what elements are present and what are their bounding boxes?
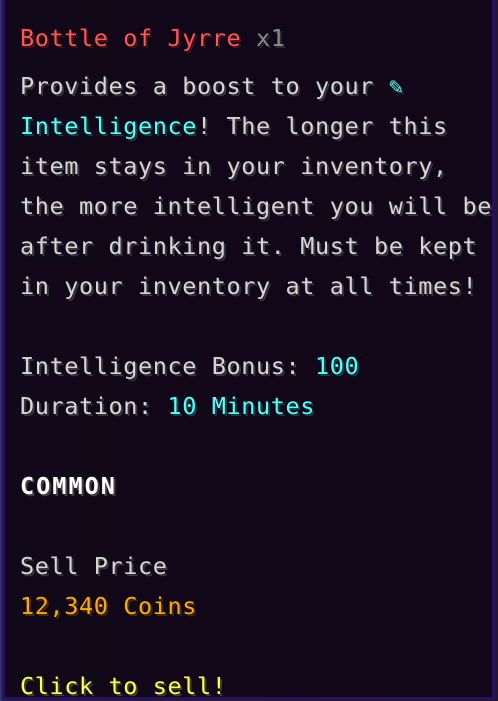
description-text: Provides a boost to your [20, 72, 389, 100]
item-tooltip: Bottle of Jyrre x1 Provides a boost to y… [2, 0, 495, 700]
description-line-1: Provides a boost to your ✎ [20, 68, 403, 104]
description-line-6: in your inventory at all times! [20, 272, 478, 300]
item-name: Bottle of Jyrre [20, 24, 242, 52]
stat-duration: Duration: 10 Minutes [20, 388, 315, 424]
item-title: Bottle of Jyrre x1 [20, 20, 285, 56]
sell-price-label: Sell Price [20, 552, 168, 580]
pencil-icon: ✎ [388, 72, 404, 100]
description-line-2: Intelligence! The longer this [20, 108, 448, 144]
item-count: x1 [255, 24, 286, 52]
click-to-sell-action[interactable]: Click to sell! [20, 668, 226, 701]
rarity-label: COMMON [20, 472, 117, 500]
stat-name: Intelligence [20, 112, 197, 140]
stat-label: Intelligence Bonus: [20, 352, 315, 380]
description-line-3: item stays in your inventory, [20, 152, 448, 180]
sell-price-value: 12,340 Coins [20, 592, 197, 620]
stat-value: 100 [314, 352, 360, 380]
description-text: ! The longer this [196, 112, 448, 140]
description-line-5: after drinking it. Must be kept [20, 232, 478, 260]
stat-label: Duration: [20, 392, 168, 420]
stat-value: 10 Minutes [167, 392, 315, 420]
description-line-4: the more intelligent you will be [20, 192, 492, 220]
stat-intelligence-bonus: Intelligence Bonus: 100 [20, 348, 359, 384]
